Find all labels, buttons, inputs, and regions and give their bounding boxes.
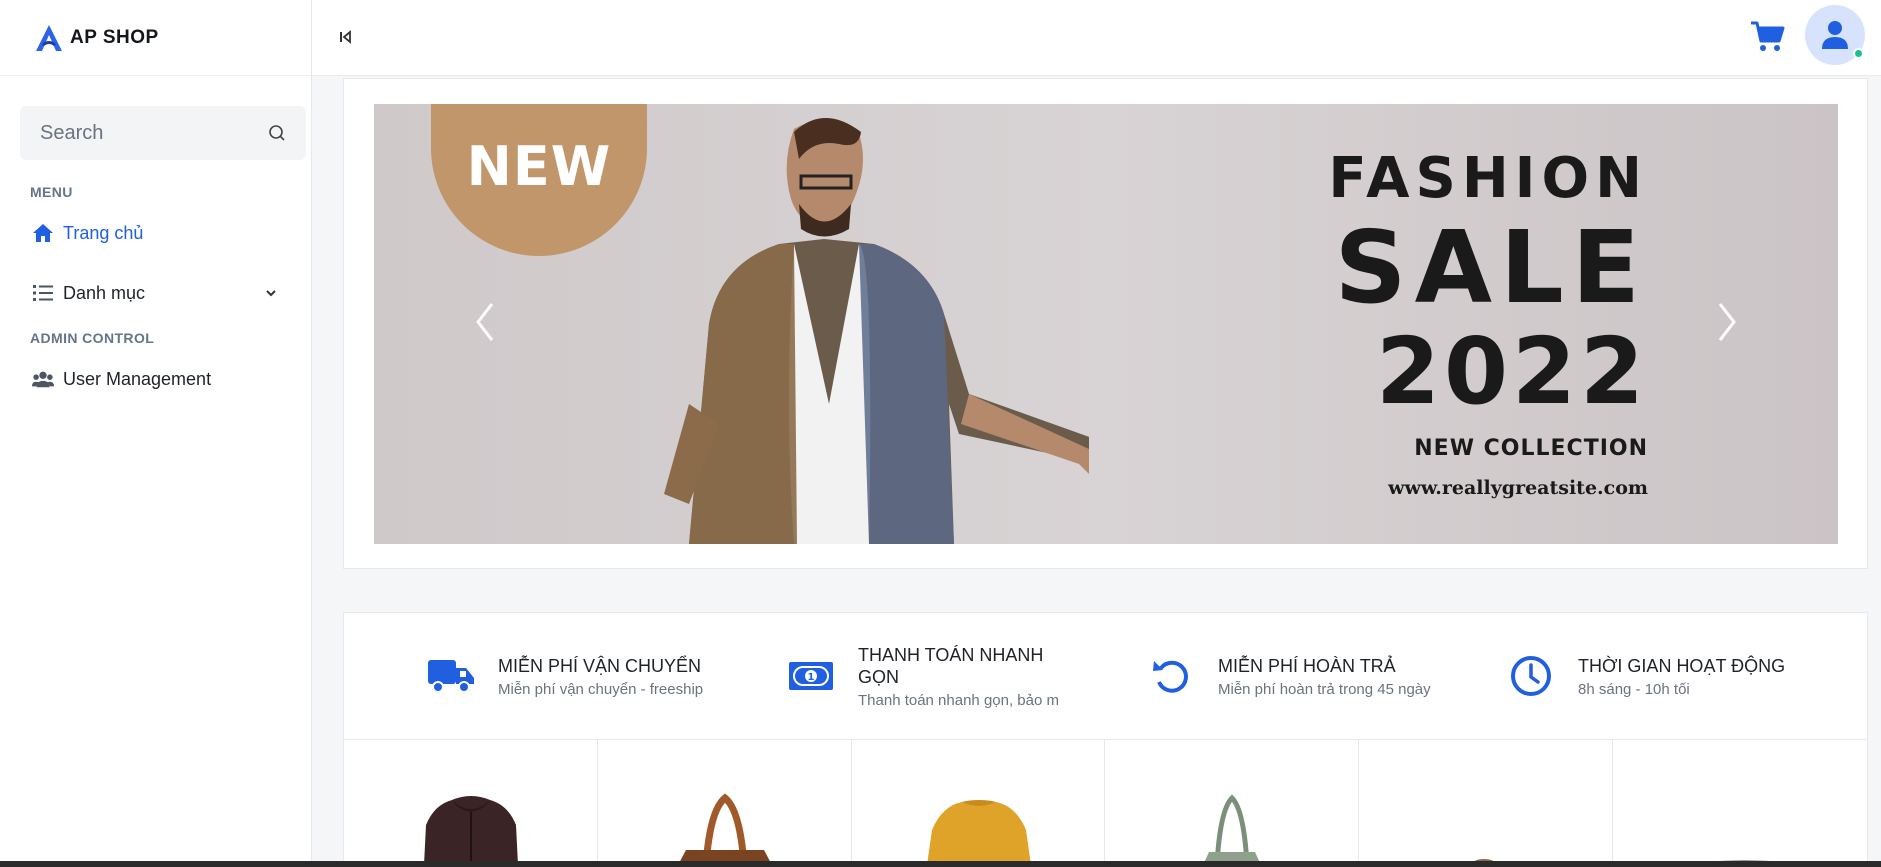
search-icon[interactable]	[268, 124, 286, 142]
home-icon	[32, 222, 54, 244]
feature-fast-payment: 1 THANH TOÁN NHANH GỌN Thanh toán nhanh …	[784, 613, 1144, 739]
product-image	[1680, 860, 1797, 864]
brand-name: AP SHOP	[70, 26, 159, 48]
feature-title: MIỄN PHÍ HOÀN TRẢ	[1218, 655, 1396, 676]
chevron-down-icon[interactable]	[265, 288, 277, 298]
search-input[interactable]	[40, 121, 240, 145]
clock-icon	[1504, 649, 1558, 703]
bottom-edge-bar	[0, 861, 1881, 867]
users-icon	[32, 368, 54, 390]
product-card[interactable]	[1359, 740, 1614, 864]
feature-subtitle: Thanh toán nhanh gọn, bảo m	[858, 691, 1059, 709]
sidebar-item-label: Danh mục	[63, 282, 146, 303]
banner-line-year: 2022	[1375, 318, 1648, 425]
product-card[interactable]	[344, 740, 598, 864]
sidebar-item-label: Trang chủ	[63, 222, 144, 243]
product-card[interactable]	[1613, 740, 1867, 864]
banner-carousel: NEW FASHION SALE 2022 NEW COLLECTION www…	[343, 78, 1868, 569]
model-image	[664, 118, 1089, 544]
logo-a-icon	[36, 24, 62, 51]
svg-text:1: 1	[808, 672, 815, 683]
search-box[interactable]	[20, 106, 306, 160]
product-grid	[343, 740, 1868, 865]
sidebar-item-label: User Management	[63, 368, 212, 389]
cart-icon[interactable]	[1749, 18, 1785, 54]
sale-headline: FASHION SALE 2022 NEW COLLECTION www.rea…	[1328, 144, 1648, 506]
feature-free-shipping: MIỄN PHÍ VẬN CHUYỂN Miễn phí vận chuyển …	[424, 613, 784, 739]
banner-line-sale: SALE	[1334, 209, 1648, 326]
banner-line-collection: NEW COLLECTION	[1414, 436, 1648, 461]
feature-title: MIỄN PHÍ VẬN CHUYỂN	[498, 655, 702, 676]
tote-bag-image	[1203, 794, 1262, 864]
list-icon	[32, 282, 54, 304]
sidebar-item-home[interactable]: Trang chủ	[0, 208, 311, 258]
user-icon	[1822, 21, 1848, 49]
product-image	[1472, 859, 1497, 864]
feature-title: THỜI GIAN HOẠT ĐỘNG	[1578, 655, 1786, 676]
feature-subtitle: Miễn phí hoàn trả trong 45 ngày	[1218, 680, 1431, 698]
hoodie-image	[424, 796, 518, 864]
online-status-dot	[1853, 48, 1864, 59]
user-avatar[interactable]	[1805, 5, 1865, 65]
collapse-sidebar-icon[interactable]	[336, 28, 354, 46]
carousel-next-icon[interactable]	[1712, 300, 1742, 344]
money-icon: 1	[784, 649, 838, 703]
feature-subtitle: 8h sáng - 10h tối	[1578, 680, 1690, 698]
product-card[interactable]	[598, 740, 852, 864]
sidebar-item-categories[interactable]: Danh mục	[0, 268, 311, 318]
brand[interactable]: AP SHOP	[0, 0, 311, 76]
banner-line-fashion: FASHION	[1328, 146, 1648, 211]
truck-icon	[424, 649, 478, 703]
banner-line-website: www.reallygreatsite.com	[1388, 477, 1648, 499]
bag-image	[678, 793, 772, 864]
product-card[interactable]	[1105, 740, 1360, 864]
sidebar-item-user-management[interactable]: User Management	[0, 354, 311, 404]
feature-subtitle: Miễn phí vận chuyển - freeship	[498, 680, 704, 698]
features-bar: MIỄN PHÍ VẬN CHUYỂN Miễn phí vận chuyển …	[343, 612, 1868, 740]
sweater-image	[926, 800, 1031, 864]
carousel-prev-icon[interactable]	[470, 300, 500, 344]
banner-slide[interactable]: NEW FASHION SALE 2022 NEW COLLECTION www…	[374, 104, 1838, 544]
product-card[interactable]	[852, 740, 1106, 864]
feature-free-returns: MIỄN PHÍ HOÀN TRẢ Miễn phí hoàn trả tron…	[1144, 613, 1504, 739]
sidebar: AP SHOP MENU Trang chủ Danh mục ADMIN CO…	[0, 0, 312, 861]
feature-opening-hours: THỜI GIAN HOẠT ĐỘNG 8h sáng - 10h tối	[1504, 613, 1864, 739]
feature-title: THANH TOÁN NHANH GỌN	[858, 644, 1044, 687]
top-header	[312, 0, 1881, 76]
admin-section-label: ADMIN CONTROL	[30, 330, 155, 346]
menu-section-label: MENU	[30, 184, 73, 200]
return-icon	[1144, 649, 1198, 703]
